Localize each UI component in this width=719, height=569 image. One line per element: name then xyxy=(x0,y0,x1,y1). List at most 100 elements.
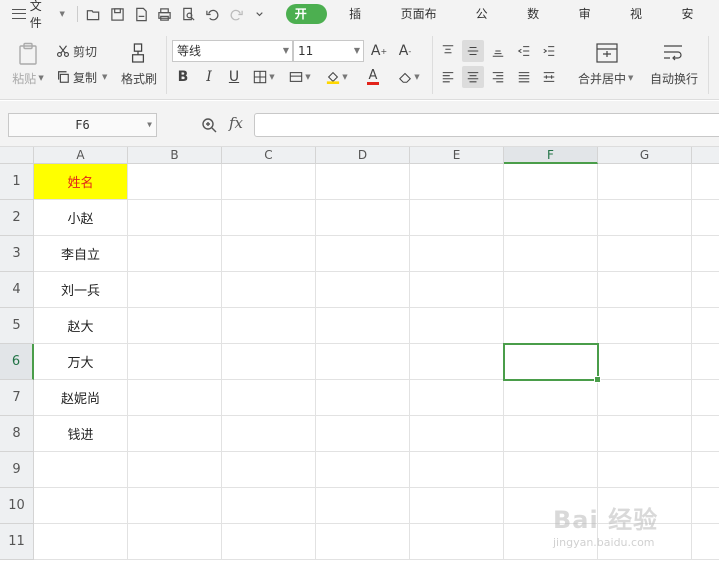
cell-h9[interactable] xyxy=(692,452,719,488)
font-name-select[interactable]: 等线 ▼ xyxy=(172,40,293,62)
column-header-c[interactable]: C xyxy=(222,147,316,164)
cell-f4[interactable] xyxy=(504,272,598,308)
cell-b2[interactable] xyxy=(128,200,222,236)
cell-f9[interactable] xyxy=(504,452,598,488)
tab-security[interactable]: 安全 xyxy=(668,0,719,49)
cell-h11[interactable] xyxy=(692,524,719,560)
cell-a11[interactable] xyxy=(34,524,128,560)
cell-d10[interactable] xyxy=(316,488,410,524)
cell-b9[interactable] xyxy=(128,452,222,488)
cell-a4[interactable]: 刘一兵 xyxy=(34,272,128,308)
clear-format-icon[interactable]: ▼ xyxy=(394,66,424,88)
cell-d6[interactable] xyxy=(316,344,410,380)
cell-b7[interactable] xyxy=(128,380,222,416)
pdf-icon[interactable] xyxy=(129,2,153,26)
paste-button[interactable]: 粘贴 ▼ xyxy=(8,70,48,86)
cell-g8[interactable] xyxy=(598,416,692,452)
align-left-icon[interactable] xyxy=(437,66,459,88)
merge-center-icon[interactable] xyxy=(594,40,620,66)
customize-toolbar-icon[interactable] xyxy=(248,2,272,26)
tab-insert[interactable]: 插入 xyxy=(335,0,386,49)
cell-g5[interactable] xyxy=(598,308,692,344)
justify-icon[interactable] xyxy=(513,66,535,88)
row-header-1[interactable]: 1 xyxy=(0,164,34,200)
wrap-text-icon[interactable] xyxy=(660,40,686,66)
fill-color-icon[interactable]: ▼ xyxy=(322,66,352,88)
cell-e10[interactable] xyxy=(410,488,504,524)
column-header-a[interactable]: A xyxy=(34,147,128,164)
cell-d5[interactable] xyxy=(316,308,410,344)
cell-h1[interactable] xyxy=(692,164,719,200)
formula-input[interactable] xyxy=(254,113,719,137)
cell-a1[interactable]: 姓名 xyxy=(34,164,128,200)
cell-a10[interactable] xyxy=(34,488,128,524)
cell-e4[interactable] xyxy=(410,272,504,308)
cell-h6[interactable] xyxy=(692,344,719,380)
cell-d9[interactable] xyxy=(316,452,410,488)
cell-d1[interactable] xyxy=(316,164,410,200)
cell-a5[interactable]: 赵大 xyxy=(34,308,128,344)
cell-b11[interactable] xyxy=(128,524,222,560)
font-size-select[interactable]: 11 ▼ xyxy=(293,40,364,62)
cell-g1[interactable] xyxy=(598,164,692,200)
distributed-align-icon[interactable] xyxy=(538,66,560,88)
column-header-g[interactable]: G xyxy=(598,147,692,164)
tab-formulas[interactable]: 公式 xyxy=(462,0,513,49)
cell-a6[interactable]: 万大 xyxy=(34,344,128,380)
cell-c10[interactable] xyxy=(222,488,316,524)
format-painter-button[interactable]: 格式刷 xyxy=(118,70,160,86)
cell-g6[interactable] xyxy=(598,344,692,380)
cell-a9[interactable] xyxy=(34,452,128,488)
name-box[interactable]: F6 ▼ xyxy=(8,113,157,137)
print-preview-icon[interactable] xyxy=(177,2,201,26)
zoom-icon[interactable] xyxy=(201,117,217,133)
selected-cell-f6[interactable] xyxy=(503,343,601,383)
undo-icon[interactable] xyxy=(200,2,224,26)
cell-style-icon[interactable]: ▼ xyxy=(286,66,314,88)
row-header-4[interactable]: 4 xyxy=(0,272,34,308)
cell-f2[interactable] xyxy=(504,200,598,236)
cut-button[interactable]: 剪切 xyxy=(56,42,97,60)
cell-a7[interactable]: 赵妮尚 xyxy=(34,380,128,416)
cell-e6[interactable] xyxy=(410,344,504,380)
cell-c5[interactable] xyxy=(222,308,316,344)
cell-e5[interactable] xyxy=(410,308,504,344)
row-header-6[interactable]: 6 xyxy=(0,344,34,380)
cell-e8[interactable] xyxy=(410,416,504,452)
cell-d8[interactable] xyxy=(316,416,410,452)
cell-b10[interactable] xyxy=(128,488,222,524)
merge-center-button[interactable]: 合并居中 ▼ xyxy=(578,70,633,86)
print-icon[interactable] xyxy=(153,2,177,26)
select-all-corner[interactable] xyxy=(0,147,34,164)
align-top-icon[interactable] xyxy=(437,40,459,62)
redo-icon[interactable] xyxy=(224,2,248,26)
column-header-b[interactable]: B xyxy=(128,147,222,164)
row-header-8[interactable]: 8 xyxy=(0,416,34,452)
cell-e3[interactable] xyxy=(410,236,504,272)
italic-icon[interactable]: I xyxy=(198,66,220,88)
row-header-5[interactable]: 5 xyxy=(0,308,34,344)
cell-d7[interactable] xyxy=(316,380,410,416)
cell-d11[interactable] xyxy=(316,524,410,560)
cell-g7[interactable] xyxy=(598,380,692,416)
cell-g2[interactable] xyxy=(598,200,692,236)
open-icon[interactable] xyxy=(82,2,106,26)
cell-c6[interactable] xyxy=(222,344,316,380)
tab-view[interactable]: 视图 xyxy=(616,0,667,49)
cell-b1[interactable] xyxy=(128,164,222,200)
row-header-10[interactable]: 10 xyxy=(0,488,34,524)
cell-e1[interactable] xyxy=(410,164,504,200)
cell-c7[interactable] xyxy=(222,380,316,416)
font-color-icon[interactable]: A xyxy=(358,66,388,88)
cell-f8[interactable] xyxy=(504,416,598,452)
cell-g9[interactable] xyxy=(598,452,692,488)
cell-d4[interactable] xyxy=(316,272,410,308)
copy-button[interactable]: 复制 ▼ xyxy=(56,68,107,86)
cell-c9[interactable] xyxy=(222,452,316,488)
cell-c2[interactable] xyxy=(222,200,316,236)
cell-c3[interactable] xyxy=(222,236,316,272)
row-header-2[interactable]: 2 xyxy=(0,200,34,236)
cell-e9[interactable] xyxy=(410,452,504,488)
cell-a2[interactable]: 小赵 xyxy=(34,200,128,236)
borders-icon[interactable]: ▼ xyxy=(250,66,278,88)
